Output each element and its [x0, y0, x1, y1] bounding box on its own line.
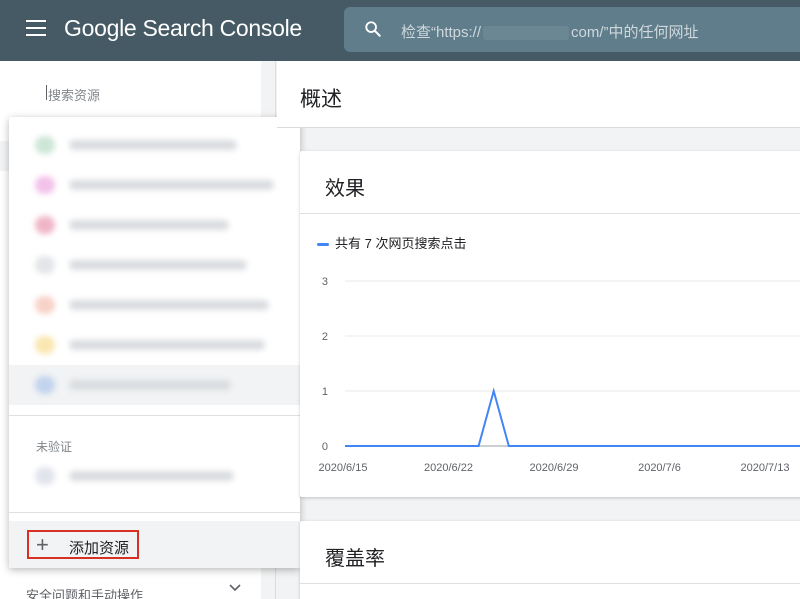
chevron-down-icon[interactable] [229, 584, 241, 592]
hamburger-menu-icon[interactable] [26, 20, 46, 36]
x-tick-label: 2020/7/6 [638, 462, 681, 474]
y-tick-label: 1 [322, 386, 328, 398]
legend-swatch [317, 243, 329, 247]
app-title[interactable]: Google Search Console [64, 15, 302, 42]
redacted-property-url [69, 220, 229, 230]
unverified-section-label: 未验证 [36, 440, 73, 454]
legend-label: 共有 7 次网页搜索点击 [335, 236, 467, 251]
chart-legend[interactable]: 共有 7 次网页搜索点击 [317, 233, 466, 252]
y-tick-label: 2 [322, 331, 328, 343]
y-tick-label: 0 [322, 441, 328, 453]
redacted-property-url [69, 300, 269, 310]
redacted-property-url [69, 471, 234, 481]
property-favicon-icon [35, 176, 55, 194]
add-property-label: 添加资源 [69, 540, 130, 557]
property-item[interactable] [9, 125, 300, 165]
search-placeholder-suffix: com/”中的任何网址 [571, 24, 699, 41]
page-title: 概述 [300, 88, 342, 111]
redacted-property-url [69, 140, 237, 150]
app-header: Google Search Console 检查“https:// com/”中的… [0, 0, 800, 61]
x-tick-label: 2020/7/13 [741, 462, 790, 474]
dropdown-divider [9, 512, 300, 513]
page-title-bar: 概述 [277, 61, 800, 128]
x-tick-label: 2020/6/29 [530, 462, 579, 474]
performance-card-title[interactable]: 效果 [325, 172, 365, 201]
property-item[interactable] [9, 285, 300, 325]
search-placeholder-prefix: 检查“https:// [401, 24, 482, 41]
coverage-card-title[interactable]: 覆盖率 [325, 542, 385, 571]
property-item[interactable] [9, 165, 300, 205]
redacted-property-url [69, 340, 265, 350]
add-property-button[interactable]: + 添加资源 [27, 530, 139, 559]
property-item[interactable] [9, 245, 300, 285]
property-favicon-icon [35, 376, 55, 394]
property-favicon-icon [35, 336, 55, 354]
property-favicon-icon [35, 256, 55, 274]
property-item[interactable] [9, 456, 300, 496]
redacted-property-url [69, 180, 274, 190]
property-search-input[interactable]: 搜索资源 [45, 85, 100, 104]
plus-icon: + [36, 532, 49, 557]
performance-chart[interactable]: 0 1 2 3 2020/6/15 2020/6/22 2020/6/29 2020/7/6 2… [300, 261, 800, 487]
redacted-property-url [69, 380, 231, 390]
y-tick-label: 3 [322, 276, 328, 288]
series-line [345, 387, 800, 447]
search-icon [365, 21, 381, 37]
add-property-row: + 添加资源 [9, 521, 300, 568]
redacted-property-url [69, 260, 247, 270]
card-divider [300, 583, 800, 584]
property-dropdown: 未验证 + 添加资源 [9, 117, 300, 568]
redacted-domain [483, 26, 570, 41]
property-favicon-icon [35, 136, 55, 154]
dropdown-divider [9, 415, 300, 416]
property-favicon-icon [35, 216, 55, 234]
search-input[interactable]: 检查“https:// com/”中的任何网址 [401, 21, 699, 42]
property-item[interactable] [9, 365, 300, 405]
url-inspection-search[interactable]: 检查“https:// com/”中的任何网址 [344, 7, 800, 52]
performance-card[interactable]: 效果 共有 7 次网页搜索点击 0 1 2 3 2020/6/15 2020/6/22 20… [300, 151, 800, 497]
x-tick-label: 2020/6/22 [424, 462, 473, 474]
x-tick-label: 2020/6/15 [319, 462, 368, 474]
property-favicon-icon [35, 296, 55, 314]
card-divider [300, 213, 800, 214]
sidebar-item-security[interactable]: 安全问题和手动操作 [26, 585, 143, 599]
property-favicon-icon [35, 467, 55, 485]
property-item[interactable] [9, 325, 300, 365]
coverage-card[interactable]: 覆盖率 [300, 521, 800, 599]
property-item[interactable] [9, 205, 300, 245]
main-content: 概述 效果 共有 7 次网页搜索点击 0 1 2 3 2020/6/15 2020/6/2… [277, 61, 800, 599]
